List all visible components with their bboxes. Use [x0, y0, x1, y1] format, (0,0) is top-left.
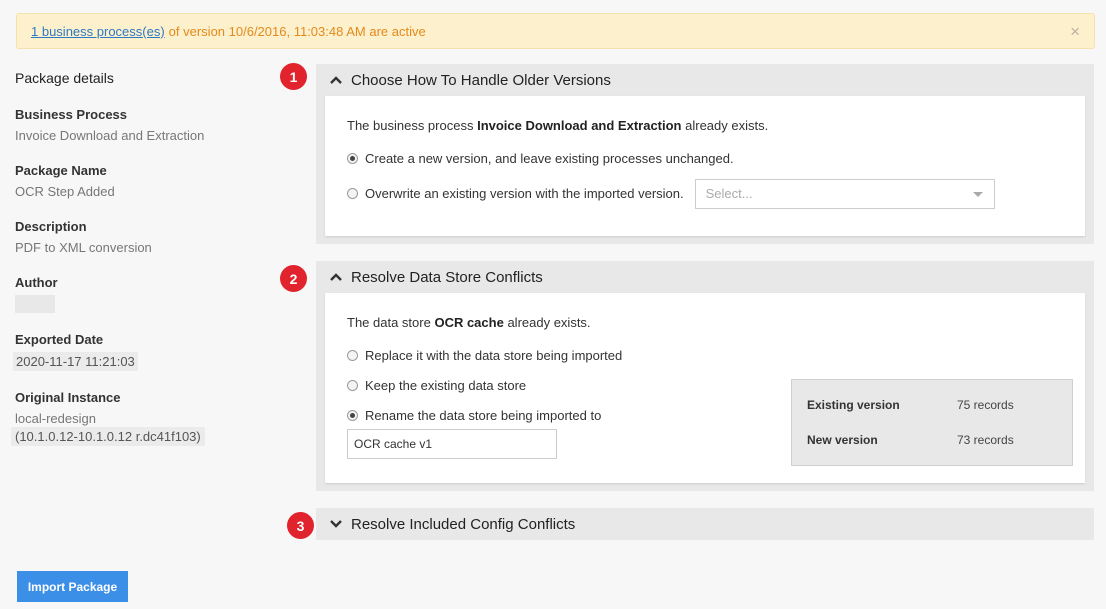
keep-store-label: Keep the existing data store	[365, 378, 527, 393]
data-store-body: The data store OCR cache already exists.…	[325, 293, 1085, 483]
older-versions-section: Choose How To Handle Older Versions The …	[316, 64, 1094, 244]
create-new-version-label: Create a new version, and leave existing…	[365, 151, 734, 166]
original-instance-detail: Original Instance local-redesign (10.1.0…	[11, 390, 275, 446]
business-process-label: Business Process	[15, 107, 128, 122]
business-process-value: Invoice Download and Extraction	[15, 128, 205, 143]
version-info-box: Existing version 75 records New version …	[791, 379, 1073, 466]
rename-store-label: Rename the data store being imported to	[365, 408, 602, 423]
older-versions-title: Choose How To Handle Older Versions	[351, 71, 611, 89]
config-conflicts-header[interactable]: Resolve Included Config Conflicts	[316, 508, 1094, 540]
config-conflicts-title: Resolve Included Config Conflicts	[351, 515, 576, 533]
config-conflicts-section: Resolve Included Config Conflicts	[316, 508, 1094, 540]
chevron-up-icon	[328, 72, 344, 88]
overwrite-version-label: Overwrite an existing version with the i…	[365, 186, 684, 201]
author-label: Author	[15, 275, 58, 290]
option-overwrite-version[interactable]: Overwrite an existing version with the i…	[347, 178, 1063, 209]
older-versions-header[interactable]: Choose How To Handle Older Versions	[316, 64, 1094, 96]
intro-prefix: The business process	[347, 118, 474, 133]
data-store-section: Resolve Data Store Conflicts The data st…	[316, 261, 1094, 491]
package-details-heading: Package details	[15, 70, 114, 86]
chevron-down-icon	[328, 516, 344, 532]
create-new-version-radio[interactable]	[347, 153, 358, 164]
package-details-panel: Package details Business Process Invoice…	[11, 66, 275, 465]
active-processes-link[interactable]: 1 business process(es)	[31, 24, 165, 39]
version-select[interactable]: Select...	[694, 178, 995, 209]
description-label: Description	[15, 219, 87, 234]
existing-version-value: 75 records	[957, 398, 1014, 412]
exported-date-label: Exported Date	[15, 332, 104, 347]
banner-message: of version 10/6/2016, 11:03:48 AM are ac…	[168, 23, 426, 39]
description-detail: Description PDF to XML conversion	[15, 219, 275, 256]
new-version-label: New version	[807, 433, 878, 447]
import-package-button[interactable]: Import Package	[17, 571, 128, 602]
original-instance-line1: local-redesign	[15, 411, 96, 426]
intro-store-name: OCR cache	[434, 315, 504, 330]
replace-store-label: Replace it with the data store being imp…	[365, 348, 623, 363]
new-version-row: New version 73 records	[807, 433, 1057, 450]
version-select-placeholder: Select...	[705, 186, 753, 201]
older-versions-body: The business process Invoice Download an…	[325, 96, 1085, 236]
option-create-new-version[interactable]: Create a new version, and leave existing…	[347, 149, 1063, 168]
intro-suffix: already exists.	[507, 315, 591, 330]
description-value: PDF to XML conversion	[15, 240, 152, 255]
original-instance-label: Original Instance	[15, 390, 121, 405]
exported-date-detail: Exported Date 2020-11-17 11:21:03	[13, 332, 275, 371]
rename-store-input[interactable]	[347, 429, 557, 459]
chevron-up-icon	[328, 269, 344, 285]
data-store-header[interactable]: Resolve Data Store Conflicts	[316, 261, 1094, 293]
package-name-label: Package Name	[15, 163, 107, 178]
close-icon[interactable]: ×	[1070, 22, 1080, 42]
original-instance-line2: (10.1.0.12-10.1.0.12 r.dc41f103)	[11, 427, 205, 446]
notification-banner: 1 business process(es) of version 10/6/2…	[16, 13, 1095, 49]
package-name-detail: Package Name OCR Step Added	[15, 163, 275, 200]
exported-date-value: 2020-11-17 11:21:03	[13, 352, 138, 371]
option-replace-store[interactable]: Replace it with the data store being imp…	[347, 346, 1063, 365]
overwrite-version-radio[interactable]	[347, 188, 358, 199]
step-badge-2: 2	[280, 265, 307, 292]
data-store-title: Resolve Data Store Conflicts	[351, 268, 543, 286]
step-badge-3: 3	[287, 512, 314, 539]
rename-store-radio[interactable]	[347, 410, 358, 421]
step-badge-1: 1	[280, 63, 307, 90]
existing-version-row: Existing version 75 records	[807, 398, 1057, 415]
new-version-value: 73 records	[957, 433, 1014, 447]
older-versions-intro: The business process Invoice Download an…	[347, 118, 1063, 133]
replace-store-radio[interactable]	[347, 350, 358, 361]
existing-version-label: Existing version	[807, 398, 900, 412]
author-redacted-value	[15, 295, 55, 313]
author-detail: Author	[15, 275, 275, 313]
intro-suffix: already exists.	[685, 118, 769, 133]
business-process-detail: Business Process Invoice Download and Ex…	[15, 107, 275, 144]
intro-prefix: The data store	[347, 315, 431, 330]
package-name-value: OCR Step Added	[15, 184, 115, 199]
intro-process-name: Invoice Download and Extraction	[477, 118, 682, 133]
chevron-down-icon	[972, 191, 983, 197]
data-store-intro: The data store OCR cache already exists.	[347, 315, 1063, 330]
keep-store-radio[interactable]	[347, 380, 358, 391]
